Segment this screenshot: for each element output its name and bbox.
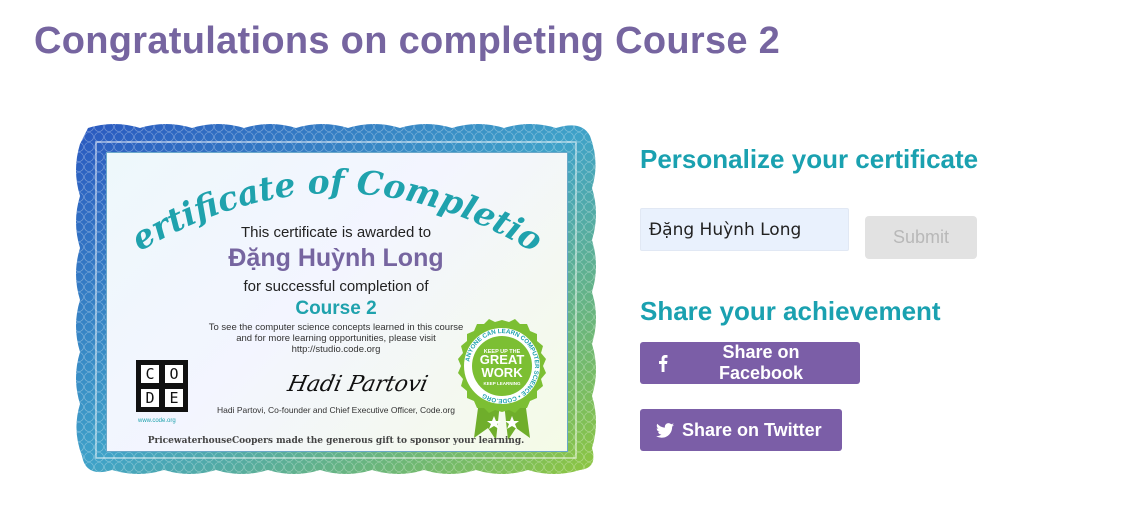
svg-text:WORK: WORK: [481, 365, 523, 380]
logo-letter: O: [163, 363, 185, 385]
share-heading: Share your achievement: [640, 296, 941, 326]
page-title: Congratulations on completing Course 2: [34, 20, 781, 62]
svg-text:KEEP LEARNING: KEEP LEARNING: [484, 381, 521, 386]
great-work-badge: ANYONE CAN LEARN COMPUTER SCIENCE • CODE…: [458, 319, 546, 440]
personalize-heading: Personalize your certificate: [640, 144, 979, 174]
sponsor-text: PricewaterhouseCoopers made the generous…: [147, 436, 525, 446]
recipient-name: Đặng Huỳnh Long: [228, 244, 444, 272]
share-facebook-button[interactable]: Share on Facebook: [640, 342, 860, 384]
logo-letter: D: [139, 387, 161, 409]
share-twitter-button[interactable]: Share on Twitter: [640, 409, 842, 451]
twitter-icon: [656, 421, 674, 439]
course-name: Course 2: [295, 298, 377, 319]
awarded-text: This certificate is awarded to: [240, 224, 432, 241]
code-org-logo: C O D E: [136, 360, 188, 412]
logo-url: www.code.org: [138, 418, 176, 424]
twitter-button-label: Share on Twitter: [682, 419, 822, 440]
completion-text: for successful completion of: [243, 278, 429, 295]
signature: Hadi Partovi: [285, 372, 431, 397]
facebook-button-label: Share on Facebook: [718, 342, 804, 383]
logo-letter: E: [163, 387, 185, 409]
facebook-icon: [656, 354, 670, 372]
name-input[interactable]: [640, 208, 849, 251]
submit-button[interactable]: Submit: [865, 216, 977, 259]
certificate-image: Certificate of Completion This certifica…: [74, 122, 598, 475]
logo-letter: C: [139, 363, 161, 385]
